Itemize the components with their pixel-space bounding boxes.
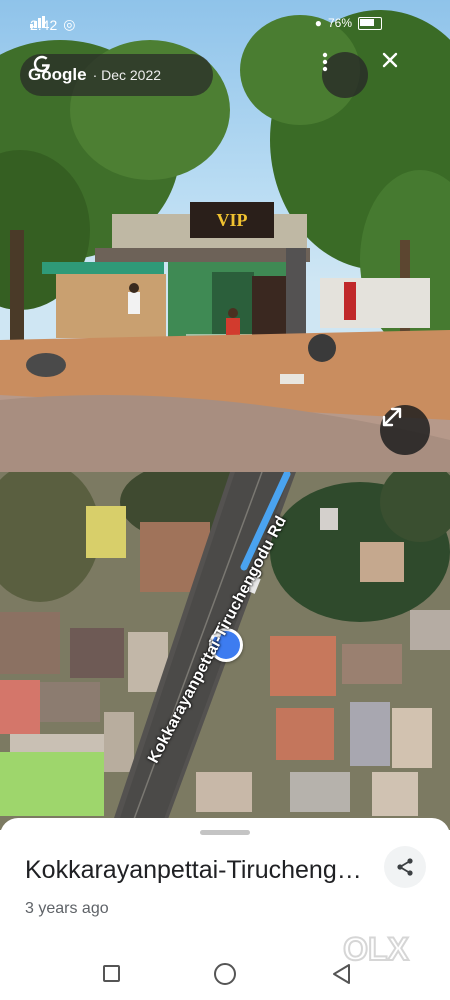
status-bar: 2:42 ◎ ● 76% bbox=[0, 0, 450, 48]
expand-icon bbox=[382, 407, 402, 427]
shop-sign: VIP bbox=[217, 210, 248, 230]
whatsapp-icon: ◎ bbox=[63, 16, 76, 32]
battery-percent: 76% bbox=[327, 16, 352, 30]
street-view-image[interactable]: VIP 2:42 ◎ ● 76% bbox=[0, 0, 450, 472]
recent-apps-button[interactable] bbox=[103, 965, 120, 982]
location-status-icon: ● bbox=[314, 16, 322, 30]
more-vert-icon bbox=[322, 52, 328, 72]
place-title: Kokkarayanpettai-Tiruchengodu Rd bbox=[25, 856, 365, 884]
home-button[interactable] bbox=[214, 963, 236, 985]
back-button[interactable] bbox=[330, 962, 352, 986]
google-g-icon bbox=[33, 55, 50, 73]
satellite-map[interactable] bbox=[0, 472, 450, 830]
share-icon bbox=[397, 858, 413, 876]
close-button[interactable] bbox=[382, 52, 428, 98]
signal-icon bbox=[30, 16, 45, 28]
expand-fullscreen-button[interactable] bbox=[380, 405, 430, 455]
android-nav-bar bbox=[0, 950, 450, 1000]
street-view-info-pill[interactable]: Google · Dec 2022 bbox=[20, 54, 213, 96]
battery-icon bbox=[358, 16, 382, 30]
capture-date: · Dec 2022 bbox=[92, 67, 162, 83]
capture-age: 3 years ago bbox=[25, 900, 109, 917]
share-button[interactable] bbox=[384, 846, 426, 888]
more-options-button[interactable] bbox=[322, 52, 368, 98]
drag-handle[interactable] bbox=[200, 830, 250, 835]
close-icon bbox=[382, 52, 398, 68]
